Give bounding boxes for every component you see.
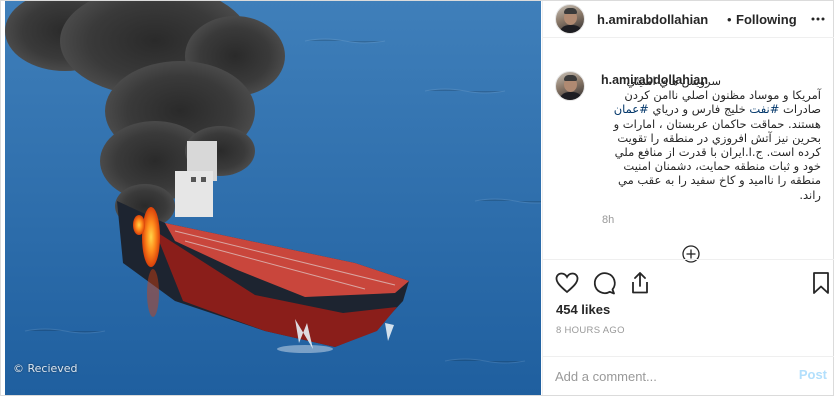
- following-button[interactable]: Following: [736, 12, 797, 27]
- hashtag-link[interactable]: #عمان: [614, 102, 649, 116]
- header-separator: •: [727, 12, 732, 27]
- instagram-post: © Recieved h.amirabdollahian • Following…: [0, 0, 834, 396]
- photo-watermark: © Recieved: [13, 362, 78, 375]
- ellipsis-icon[interactable]: [810, 11, 826, 27]
- heart-icon[interactable]: [554, 270, 580, 296]
- post-header: h.amirabdollahian • Following: [543, 1, 834, 38]
- caption-avatar[interactable]: [555, 71, 585, 101]
- bookmark-icon[interactable]: [808, 270, 834, 296]
- oil-tanker-fire-photo: [5, 1, 541, 395]
- add-comment-section: Post: [543, 356, 834, 395]
- caption-time: 8h: [602, 214, 615, 226]
- share-icon[interactable]: [627, 270, 653, 296]
- avatar[interactable]: [555, 4, 585, 34]
- header-username[interactable]: h.amirabdollahian: [597, 12, 708, 27]
- comment-bubble-icon[interactable]: [591, 270, 617, 296]
- post-photo[interactable]: © Recieved: [5, 1, 541, 395]
- comments-section: h.amirabdollahian سرويس هاي امنيتي آمريک…: [543, 39, 834, 263]
- caption-text: سرويس هاي امنيتي آمريکا و موساد مظنون اص…: [613, 74, 821, 202]
- post-timestamp[interactable]: 8 HOURS AGO: [556, 325, 625, 336]
- post-comment-button[interactable]: Post: [799, 367, 827, 382]
- likes-count[interactable]: 454 likes: [556, 302, 610, 317]
- comment-input[interactable]: [555, 365, 785, 387]
- hashtag-link[interactable]: #نفت: [749, 102, 779, 116]
- post-sidebar: h.amirabdollahian • Following h.amirabdo…: [542, 1, 834, 395]
